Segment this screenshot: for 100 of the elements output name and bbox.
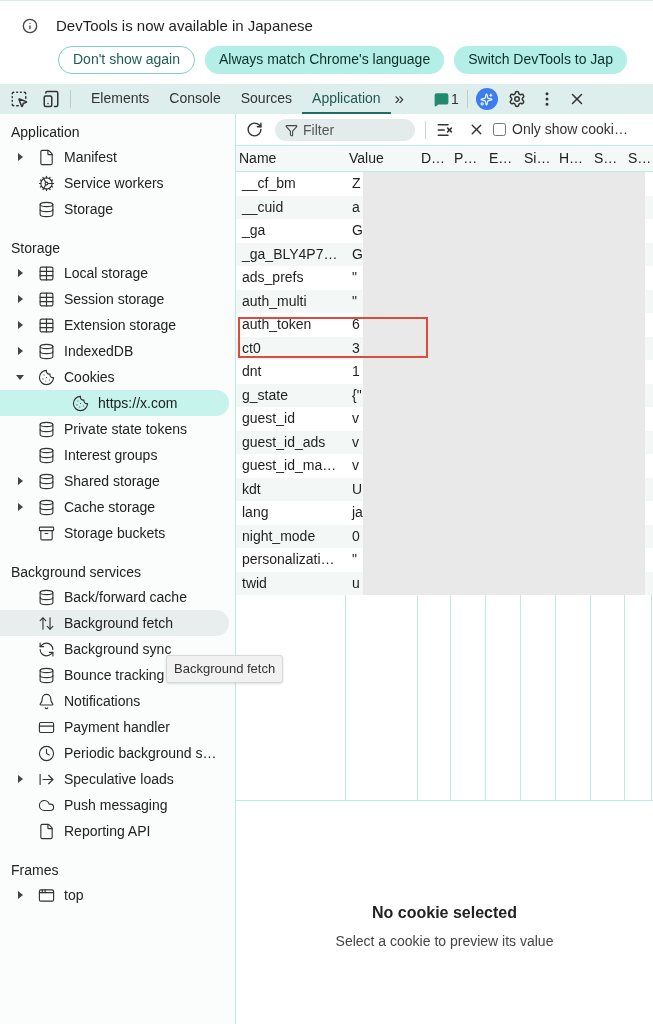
message-icon[interactable] [434,91,450,107]
database-icon [38,342,55,360]
sidebar-item[interactable]: Cookies [0,364,229,390]
table-cell-text: guest_id_ma… [241,456,338,476]
cookie-icon [72,394,89,412]
issues-count[interactable]: 1 [451,88,459,110]
column-header[interactable]: P… [451,146,486,171]
sidebar-item[interactable]: Push messaging [0,792,229,818]
sidebar-item[interactable]: Periodic background s… [0,740,229,766]
sidebar-item[interactable]: Speculative loads [0,766,229,792]
sidebar-label: Storage buckets [64,523,166,543]
sidebar-item[interactable]: Storage buckets [0,520,229,546]
sidebar-label: IndexedDB [64,341,134,361]
table-icon [38,264,55,282]
table-cell-text: " [351,268,358,288]
infobar-button[interactable]: Switch DevTools to Jap [454,45,627,74]
preview-title: No cookie selected [372,903,517,923]
panel-tab[interactable]: Application [302,84,391,114]
collapsed-arrow-icon[interactable] [16,321,24,329]
settings-icon[interactable] [507,90,526,108]
column-header[interactable]: Name [236,146,346,171]
filter-field[interactable]: Filter [275,118,415,141]
sidebar-label: Periodic background s… [64,743,217,763]
column-header[interactable]: D… [418,146,451,171]
table-cell-text: __cuid [240,197,285,217]
sidebar-item[interactable]: Payment handler [0,714,229,740]
sync-icon [38,640,55,658]
sidebar-item[interactable]: Reporting API [0,818,229,844]
sidebar-item[interactable]: Background fetch [0,610,229,636]
table-cell-text: 0 [351,526,361,546]
refresh-icon[interactable] [246,121,263,138]
sidebar-item[interactable]: Service workers [0,170,229,196]
table-cell-text: Z [351,174,362,194]
sidebar-item[interactable]: Interest groups [0,442,229,468]
table-cell-text: ct0 [241,338,262,358]
sidebar-item[interactable]: Cache storage [0,494,229,520]
sidebar-item[interactable]: Manifest [0,144,229,170]
column-header[interactable]: H… [556,146,591,171]
info-icon [22,18,38,35]
up-down-arrows-icon [38,614,55,632]
table-cell-text: 3 [351,338,361,358]
device-toolbar-icon[interactable] [42,90,60,108]
column-header[interactable]: E… [486,146,521,171]
table-cell-text: U [351,479,364,499]
bucket-icon [38,524,55,542]
column-header[interactable]: S… [625,146,652,171]
inspect-icon[interactable] [10,90,28,108]
table-cell-text: night_mode [241,526,317,546]
table-cell-text: __cf_bm [240,174,297,194]
column-header[interactable]: Value [346,146,418,171]
table-cell-text: v [351,456,360,476]
sidebar-item[interactable]: top [0,882,229,908]
sidebar-item[interactable]: Back/forward cache [0,584,229,610]
sidebar-label: top [64,885,84,905]
sidebar-item[interactable]: Shared storage [0,468,229,494]
sidebar-item[interactable]: IndexedDB [0,338,229,364]
column-header[interactable]: S… [591,146,625,171]
gear-icon [38,174,55,192]
table-cell-text: _ga [240,221,267,241]
collapsed-arrow-icon[interactable] [16,269,24,277]
table-cell-text: ads_prefs [241,268,305,288]
sidebar-label: Background fetch [64,613,173,633]
database-icon [38,472,55,490]
panel-tab[interactable]: Sources [230,84,303,114]
sidebar-section-title: Application [10,122,81,142]
sidebar-item[interactable]: Session storage [0,286,229,312]
ai-assistant-icon[interactable] [475,88,498,110]
collapsed-arrow-icon[interactable] [16,503,24,511]
column-header[interactable]: Si… [521,146,556,171]
collapsed-arrow-icon[interactable] [16,153,24,161]
sidebar-item[interactable]: Storage [0,196,229,222]
collapsed-arrow-icon[interactable] [16,891,24,899]
panel-tab[interactable]: Console [159,84,231,114]
infobar-button[interactable]: Always match Chrome's language [204,45,445,74]
table-cell-text: auth_token [241,315,313,335]
more-tabs-button[interactable]: » [390,86,409,112]
sidebar-item[interactable]: https://x.com [0,390,229,416]
panel-tab[interactable]: Elements [81,84,160,114]
collapsed-arrow-icon[interactable] [16,347,24,355]
collapsed-arrow-icon[interactable] [16,295,24,303]
sidebar-label: Manifest [64,147,117,167]
database-icon [38,200,55,218]
sidebar-label: Notifications [64,691,141,711]
collapsed-arrow-icon[interactable] [16,775,24,783]
checkbox[interactable] [493,123,506,136]
infobar-button[interactable]: Don't show again [58,45,195,74]
sidebar-label: Bounce tracking [64,665,165,685]
sidebar-label: Service workers [64,173,164,193]
table-cell-text: G [351,221,364,241]
sidebar-item[interactable]: Extension storage [0,312,229,338]
collapsed-arrow-icon[interactable] [16,477,24,485]
database-icon [38,446,55,464]
sidebar-item[interactable]: Private state tokens [0,416,229,442]
sidebar-item[interactable]: Notifications [0,688,229,714]
sidebar-label: Extension storage [64,315,177,335]
sidebar-item[interactable]: Local storage [0,260,229,286]
table-cell-text: _ga_BLY4P7… [240,244,339,264]
expanded-arrow-icon[interactable] [16,373,24,381]
table-cell-text: a [351,197,361,217]
sidebar-section-title: Frames [10,860,60,880]
